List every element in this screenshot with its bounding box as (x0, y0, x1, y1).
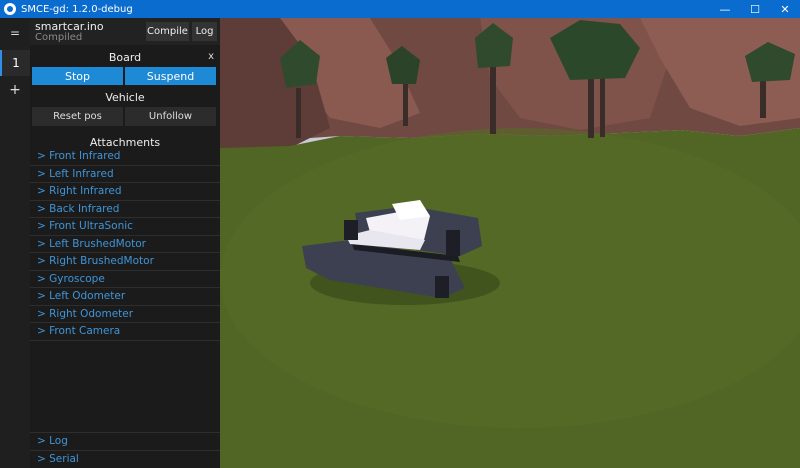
attachment-front-camera[interactable]: > Front Camera (30, 323, 220, 341)
attachment-right-odometer[interactable]: > Right Odometer (30, 306, 220, 323)
compile-button[interactable]: Compile (146, 22, 189, 41)
sketch-status: Compiled (35, 32, 83, 43)
scene-render (220, 18, 800, 468)
simulation-viewport[interactable] (220, 18, 800, 468)
attachment-right-brushedmotor[interactable]: > Right BrushedMotor (30, 253, 220, 271)
attachment-back-infrared[interactable]: > Back Infrared (30, 201, 220, 218)
unfollow-button[interactable]: Unfollow (125, 107, 216, 126)
smce-logo-icon (4, 3, 16, 15)
window-title: SMCE-gd: 1.2.0-debug (21, 3, 133, 15)
hamburger-icon[interactable]: = (0, 20, 30, 46)
log-panel-toggle[interactable]: > Log (30, 432, 220, 449)
serial-panel-toggle[interactable]: > Serial (30, 450, 220, 467)
reset-pos-button[interactable]: Reset pos (32, 107, 123, 126)
sketch-tab-strip: = 1 + (0, 18, 30, 468)
suspend-button[interactable]: Suspend (125, 67, 216, 85)
attachments-list: > Front Infrared > Left Infrared > Right… (30, 148, 220, 341)
attachment-right-infrared[interactable]: > Right Infrared (30, 183, 220, 201)
window-controls: — ☐ ✕ (710, 0, 800, 18)
attachment-left-odometer[interactable]: > Left Odometer (30, 288, 220, 306)
attachment-gyroscope[interactable]: > Gyroscope (30, 271, 220, 288)
attachment-front-infrared[interactable]: > Front Infrared (30, 148, 220, 166)
sketch-tab-1[interactable]: 1 (0, 50, 30, 76)
stop-button[interactable]: Stop (32, 67, 123, 85)
window-titlebar: SMCE-gd: 1.2.0-debug — ☐ ✕ (0, 0, 800, 18)
attachment-left-brushedmotor[interactable]: > Left BrushedMotor (30, 236, 220, 253)
minimize-button[interactable]: — (710, 0, 740, 18)
close-window-button[interactable]: ✕ (770, 0, 800, 18)
log-button[interactable]: Log (192, 22, 217, 41)
attachment-front-ultrasonic[interactable]: > Front UltraSonic (30, 218, 220, 236)
close-panel-button[interactable]: x (208, 51, 214, 62)
sketch-header: smartcar.ino Compiled Compile Log (30, 18, 220, 45)
plus-icon[interactable]: + (0, 77, 30, 103)
maximize-button[interactable]: ☐ (740, 0, 770, 18)
control-panel: Board x Stop Suspend Vehicle Reset pos U… (30, 45, 220, 468)
vehicle-title: Vehicle (105, 91, 145, 104)
attachment-left-infrared[interactable]: > Left Infrared (30, 166, 220, 183)
board-title: Board (108, 51, 142, 64)
grass-light (220, 128, 800, 428)
